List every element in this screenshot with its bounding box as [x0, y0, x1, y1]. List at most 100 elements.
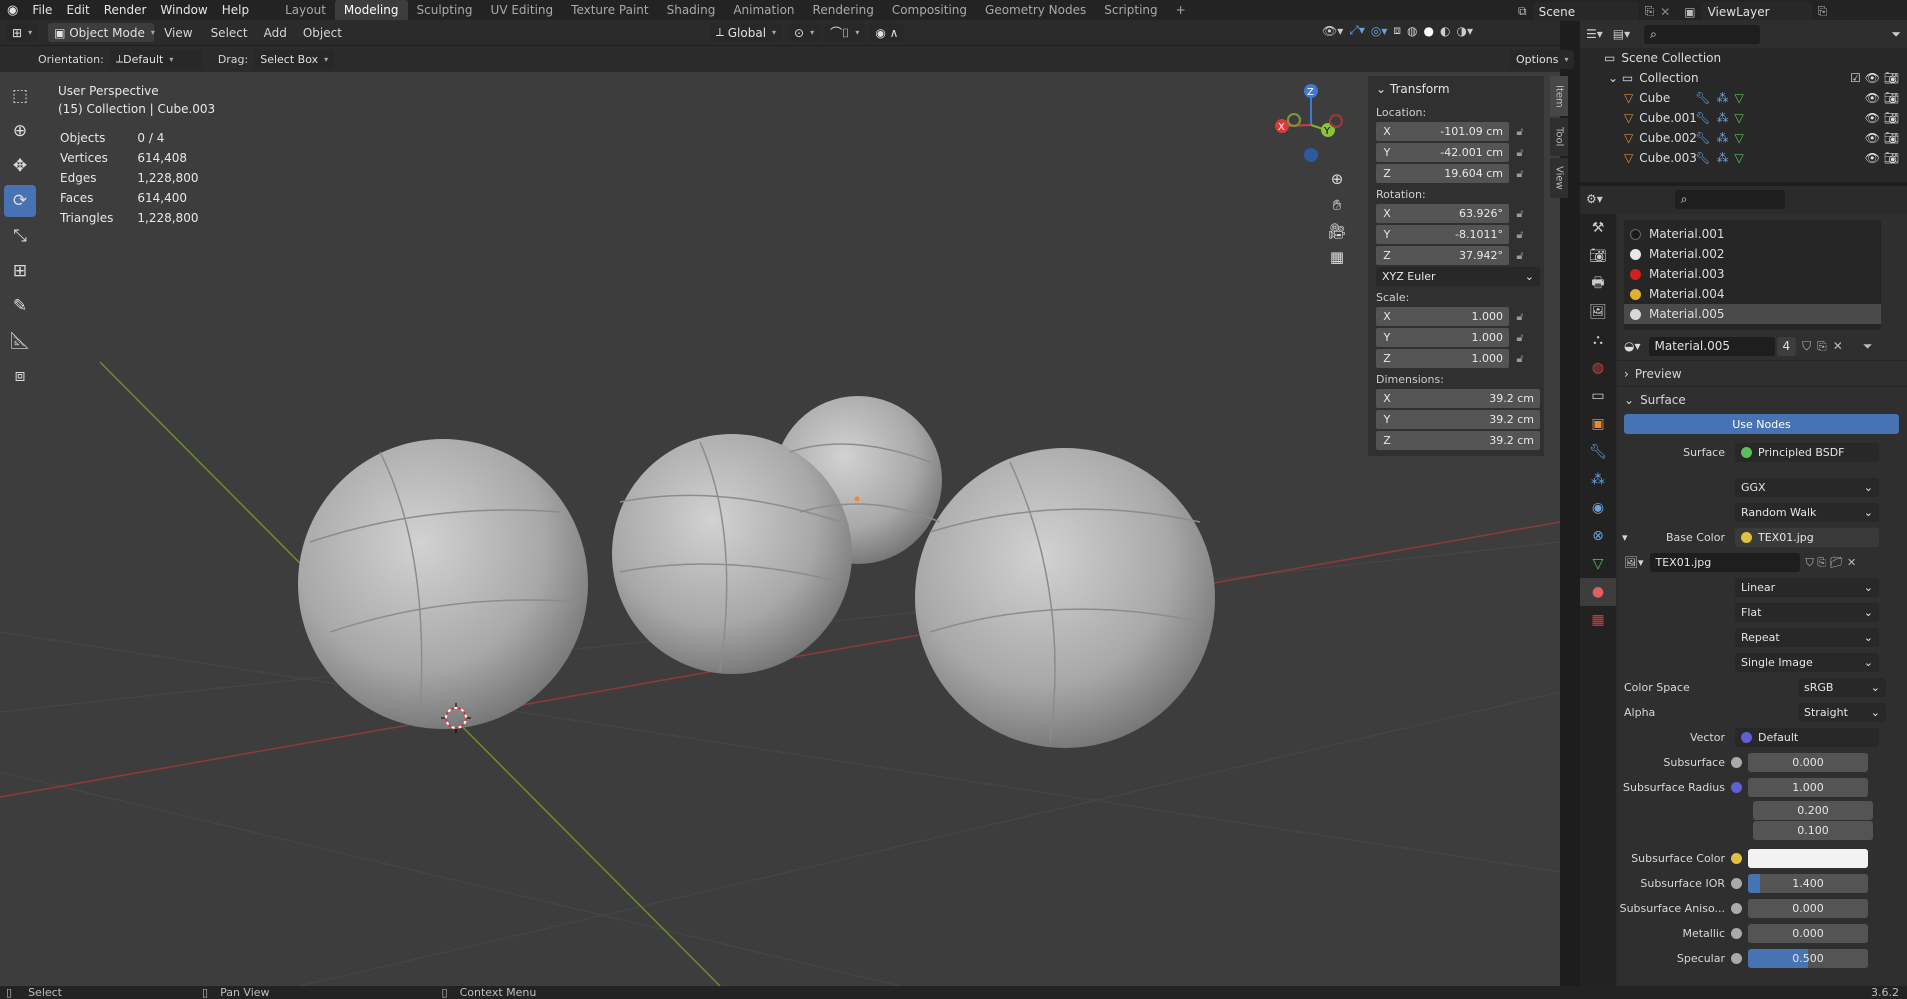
volleyball-4[interactable] [915, 448, 1215, 748]
fake-user-icon[interactable]: ⛉ [1802, 339, 1811, 354]
pivot-icon[interactable]: ⊙ ▾ [788, 23, 821, 42]
new-scene-icon[interactable]: ⎘ [1645, 4, 1655, 19]
scale-z-field[interactable]: Z 1.000 [1376, 349, 1509, 368]
measure-tool-icon[interactable]: 📐︎ [4, 325, 36, 357]
material-slot[interactable]: Material.001 [1624, 224, 1881, 244]
material-slot[interactable]: Material.002 [1624, 244, 1881, 264]
material-tab-icon[interactable]: ● [1580, 578, 1616, 606]
rotation-x-field[interactable]: X 63.926° [1376, 204, 1509, 223]
material-slot[interactable]: Material.003 [1624, 264, 1881, 284]
distribution-dropdown[interactable]: GGX ⌄ [1735, 478, 1879, 497]
material-link-icon[interactable]: ⏷ [1863, 339, 1873, 354]
annotate-tool-icon[interactable]: ✎ [4, 290, 36, 322]
menu-object[interactable]: Object [295, 26, 350, 40]
material-slot[interactable]: Material.004 [1624, 284, 1881, 304]
tool-tab-icon[interactable]: ⚒ [1580, 214, 1616, 242]
image-name-field[interactable]: TEX01.jpg [1649, 553, 1800, 572]
image-browse-icon[interactable]: 🖼︎▾ [1624, 556, 1644, 569]
collection-row[interactable]: ⌄ ▭ Collection ☑ 👁︎ 📷︎ [1580, 68, 1907, 88]
dimension-x-field[interactable]: X 39.2 cm [1376, 389, 1540, 408]
surface-panel-header[interactable]: ⌄ Surface [1618, 386, 1907, 412]
vector-field[interactable]: Default [1735, 728, 1879, 747]
pan-hand-icon[interactable]: ✋︎ [1324, 192, 1350, 218]
viewlayer-selector[interactable]: ViewLayer [1701, 2, 1812, 21]
collection-tab-icon[interactable]: ▭ [1580, 382, 1616, 410]
location-y-field[interactable]: Y -42.001 cm [1376, 143, 1509, 162]
tab-tool[interactable]: Tool [1550, 118, 1568, 156]
transform-orientation-selector[interactable]: ⟂ Global ▾ [709, 23, 783, 42]
properties-editor-icon[interactable]: ⚙▾ [1586, 192, 1603, 206]
tab-modeling[interactable]: Modeling [334, 0, 408, 20]
menu-add[interactable]: Add [256, 26, 295, 40]
material-browse-icon[interactable]: ◒▾ [1624, 339, 1641, 353]
tab-view[interactable]: View [1550, 158, 1568, 198]
subsurface-radius-y-field[interactable]: 0.200 [1753, 800, 1873, 820]
outliner-object-row[interactable]: ▽ Cube.002 🔧︎ ⁂ ▽ 👁︎ 📷︎ [1580, 128, 1907, 148]
tab-layout[interactable]: Layout [276, 0, 335, 20]
snap-icon[interactable]: ⌒⌷ ▾ [824, 23, 866, 42]
menu-render[interactable]: Render [97, 3, 154, 17]
image-actions-icon[interactable]: ⛉ ⎘ 📁︎ ✕ [1806, 556, 1857, 570]
unlink-material-icon[interactable]: ✕ [1833, 339, 1843, 353]
proportional-edit-icon[interactable]: ◉ ∧ [869, 23, 905, 42]
rotation-y-field[interactable]: Y -8.1011° [1376, 225, 1509, 244]
volleyball-2[interactable] [612, 434, 852, 674]
editor-type-button[interactable]: ⊞ ▾ [6, 23, 39, 42]
lock-icon[interactable]: 🔓︎ [1513, 331, 1527, 345]
shading-rendered-icon[interactable]: ◑▾ [1456, 24, 1473, 38]
specular-field[interactable]: 0.500 [1748, 949, 1868, 968]
menu-file[interactable]: File [25, 3, 59, 17]
color-space-dropdown[interactable]: sRGB ⌄ [1798, 678, 1886, 697]
blender-logo-icon[interactable]: ◉ [0, 3, 25, 18]
alpha-dropdown[interactable]: Straight ⌄ [1798, 703, 1886, 722]
object-tab-icon[interactable]: ▣ [1580, 410, 1616, 438]
collapse-chevron-icon[interactable]: ⌄ [1376, 82, 1386, 96]
volleyball-1[interactable] [298, 439, 588, 729]
gizmo-toggle-icon[interactable]: ⤢▾ [1349, 23, 1365, 38]
base-color-field[interactable]: TEX01.jpg [1735, 528, 1879, 547]
orientation-selector[interactable]: ⟂ Default ▾ [109, 49, 202, 69]
menu-select[interactable]: Select [203, 26, 256, 40]
physics-tab-icon[interactable]: ◉ [1580, 494, 1616, 522]
extension-dropdown[interactable]: Repeat ⌄ [1735, 628, 1879, 647]
projection-dropdown[interactable]: Flat ⌄ [1735, 603, 1879, 622]
tab-sculpting[interactable]: Sculpting [408, 0, 482, 20]
navigation-gizmo[interactable]: Z Y X [1266, 80, 1356, 170]
scene-tab-icon[interactable]: ⛬ [1580, 326, 1616, 354]
data-tab-icon[interactable]: ▽ [1580, 550, 1616, 578]
scene-selector[interactable]: Scene [1532, 2, 1639, 21]
interpolation-dropdown[interactable]: Linear ⌄ [1735, 578, 1879, 597]
rotate-tool-icon[interactable]: ⟳ [4, 185, 36, 217]
rotation-z-field[interactable]: Z 37.942° [1376, 246, 1509, 265]
dimension-z-field[interactable]: Z 39.2 cm [1376, 431, 1540, 450]
move-tool-icon[interactable]: ✥ [4, 150, 36, 182]
render-tab-icon[interactable]: 📷︎ [1580, 242, 1616, 270]
scale-tool-icon[interactable]: ⤡ [4, 220, 36, 252]
modifier-tab-icon[interactable]: 🔧︎ [1580, 438, 1616, 466]
tab-animation[interactable]: Animation [724, 0, 803, 20]
filter-icon[interactable]: ⏷ [1891, 27, 1901, 42]
drag-selector[interactable]: Select Box ▾ [254, 49, 335, 69]
location-x-field[interactable]: X -101.09 cm [1376, 122, 1509, 141]
outliner-object-row[interactable]: ▽ Cube.003 🔧︎ ⁂ ▽ 👁︎ 📷︎ [1580, 148, 1907, 168]
scene-collection-row[interactable]: ▭ Scene Collection [1580, 48, 1907, 68]
shading-wireframe-icon[interactable]: ◍ [1407, 24, 1417, 38]
constraints-tab-icon[interactable]: ⊗ [1580, 522, 1616, 550]
material-name-field[interactable]: Material.005 [1648, 336, 1775, 356]
grid-perspective-icon[interactable]: ▦ [1324, 244, 1350, 270]
outliner-search-input[interactable]: ⌕ [1644, 24, 1761, 44]
new-viewlayer-icon[interactable]: ⎘ [1818, 4, 1828, 19]
lock-icon[interactable]: 🔓︎ [1513, 352, 1527, 366]
zoom-icon[interactable]: ⊕ [1324, 166, 1350, 192]
outliner-object-row[interactable]: ▽ Cube 🔧︎ ⁂ ▽ 👁︎ 📷︎ [1580, 88, 1907, 108]
material-slot[interactable]: Material.005 [1624, 304, 1881, 324]
transform-tool-icon[interactable]: ⊞ [4, 255, 36, 287]
tab-compositing[interactable]: Compositing [883, 0, 976, 20]
scene-icon[interactable]: ⧉ [1518, 4, 1527, 19]
tab-rendering[interactable]: Rendering [804, 0, 883, 20]
lock-icon[interactable]: 🔓︎ [1513, 228, 1527, 242]
tab-shading[interactable]: Shading [658, 0, 725, 20]
menu-view[interactable]: View [154, 26, 202, 40]
lock-icon[interactable]: 🔓︎ [1513, 125, 1527, 139]
tab-scripting[interactable]: Scripting [1095, 0, 1166, 20]
